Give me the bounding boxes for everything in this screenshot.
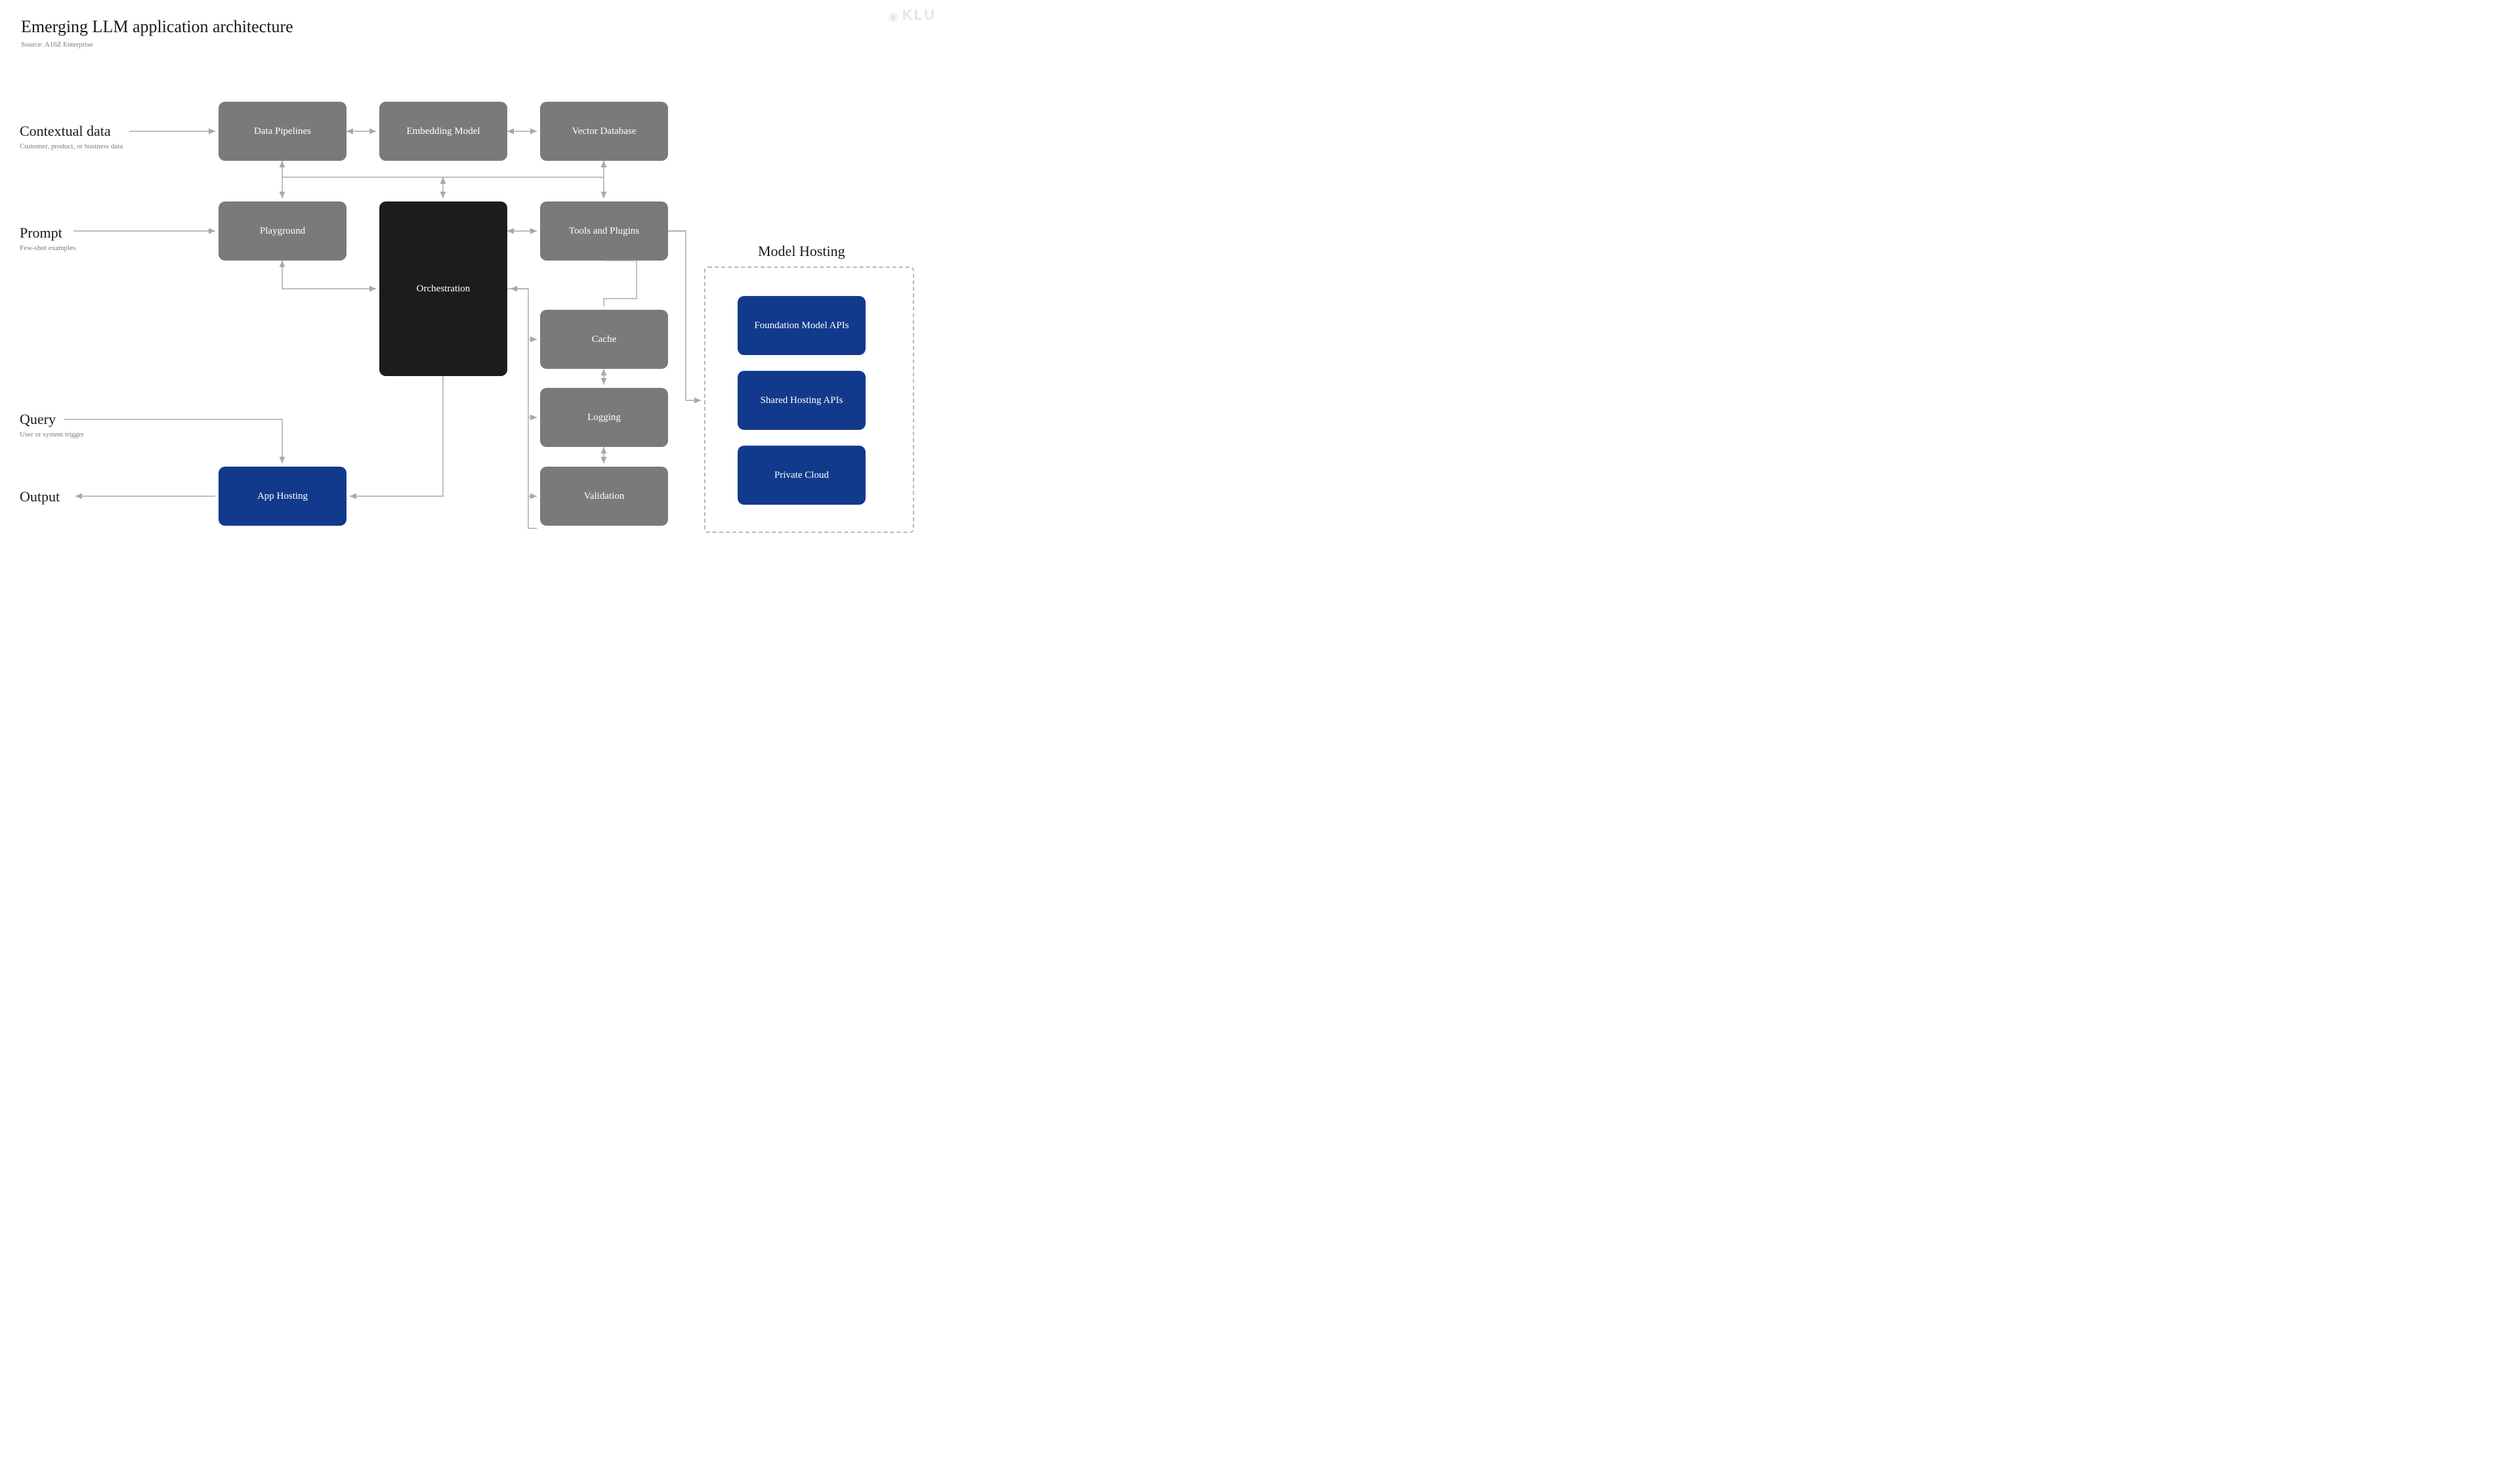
node-tools-plugins: Tools and Plugins — [540, 201, 668, 261]
page-title: Emerging LLM application architecture — [21, 17, 293, 37]
node-playground: Playground — [219, 201, 346, 261]
brand-text: KLU — [902, 7, 936, 24]
brand-burst-icon — [888, 9, 900, 21]
node-validation: Validation — [540, 467, 668, 526]
label-output-title: Output — [20, 488, 60, 505]
node-shared-hosting-label: Shared Hosting APIs — [761, 395, 843, 406]
node-shared-hosting: Shared Hosting APIs — [738, 371, 866, 430]
node-cache: Cache — [540, 310, 668, 369]
node-data-pipelines: Data Pipelines — [219, 102, 346, 161]
node-app-hosting: App Hosting — [219, 467, 346, 526]
node-validation-label: Validation — [584, 491, 625, 502]
node-foundation-api-label: Foundation Model APIs — [754, 320, 849, 331]
source-text: Source: A16Z Enterprise — [21, 41, 93, 49]
group-model-hosting-title: Model Hosting — [758, 243, 845, 260]
node-foundation-api: Foundation Model APIs — [738, 296, 866, 355]
node-vector-database: Vector Database — [540, 102, 668, 161]
node-data-pipelines-label: Data Pipelines — [254, 126, 311, 137]
label-contextual-sub: Customer, product, or business data — [20, 142, 123, 150]
label-query: Query User or system trigger — [20, 411, 84, 438]
node-logging-label: Logging — [587, 412, 621, 423]
node-private-cloud: Private Cloud — [738, 446, 866, 505]
node-app-hosting-label: App Hosting — [257, 491, 308, 502]
node-embedding-model: Embedding Model — [379, 102, 507, 161]
node-private-cloud-label: Private Cloud — [774, 470, 829, 481]
node-orchestration: Orchestration — [379, 201, 507, 376]
label-prompt: Prompt Few-shot examples — [20, 224, 75, 252]
label-prompt-sub: Few-shot examples — [20, 244, 75, 252]
label-contextual-title: Contextual data — [20, 123, 123, 140]
node-tools-plugins-label: Tools and Plugins — [569, 226, 639, 237]
node-logging: Logging — [540, 388, 668, 447]
node-playground-label: Playground — [260, 226, 305, 237]
label-output: Output — [20, 488, 60, 505]
node-orchestration-label: Orchestration — [417, 284, 471, 295]
node-cache-label: Cache — [592, 334, 616, 345]
node-embedding-model-label: Embedding Model — [406, 126, 480, 137]
label-query-sub: User or system trigger — [20, 431, 84, 438]
brand-logo: KLU — [888, 7, 936, 24]
label-contextual-data: Contextual data Customer, product, or bu… — [20, 123, 123, 150]
label-prompt-title: Prompt — [20, 224, 75, 242]
label-query-title: Query — [20, 411, 84, 428]
node-vector-database-label: Vector Database — [572, 126, 637, 137]
